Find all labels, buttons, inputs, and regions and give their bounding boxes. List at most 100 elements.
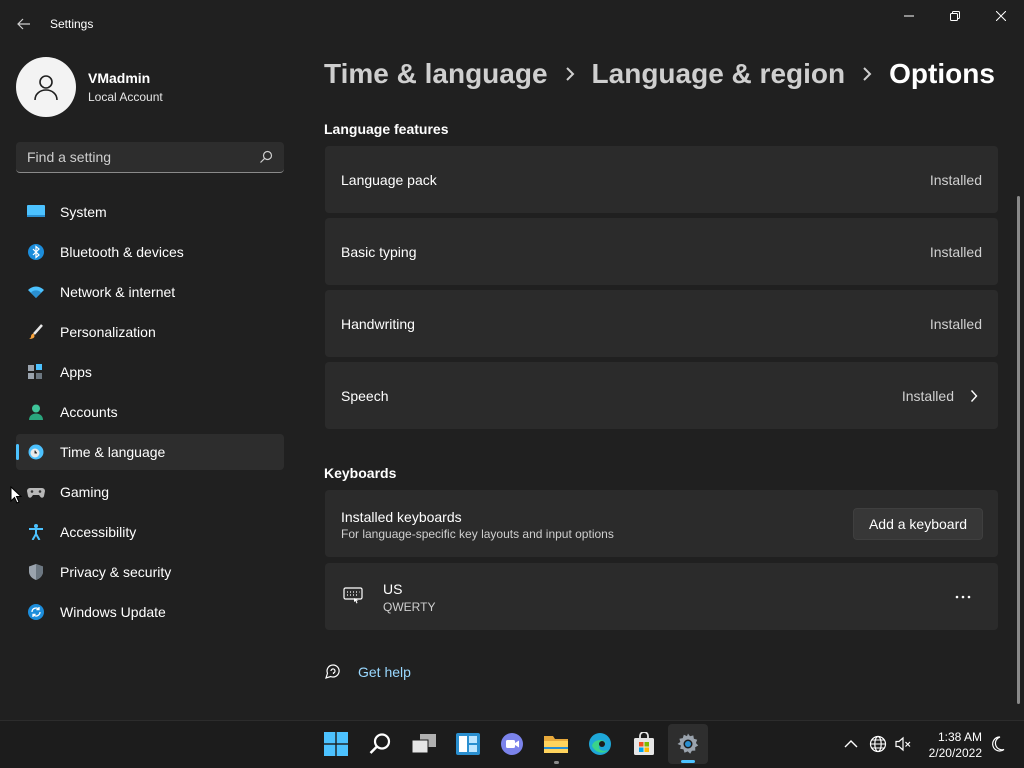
edge-browser-button[interactable] — [580, 724, 620, 764]
language-pack-row: Language pack Installed — [325, 146, 998, 213]
row-label: Handwriting — [341, 316, 415, 332]
account-type: Local Account — [88, 90, 163, 104]
more-icon — [955, 595, 971, 599]
minimize-icon — [904, 15, 914, 17]
page-title: Options — [889, 58, 995, 89]
sidebar-item-label: Network & internet — [60, 284, 176, 300]
chevron-right-icon — [565, 67, 574, 81]
widgets-icon — [456, 733, 480, 755]
breadcrumb-language-region[interactable]: Language & region — [592, 58, 846, 90]
keyboards-heading: Keyboards — [324, 465, 397, 481]
edge-icon — [589, 733, 611, 755]
breadcrumb-time-language[interactable]: Time & language — [324, 58, 548, 90]
keyboard-name: US — [383, 581, 403, 597]
status-text: Installed — [929, 244, 982, 260]
close-icon — [996, 11, 1006, 21]
microsoft-store-button[interactable] — [624, 724, 664, 764]
sidebar-item-label: Apps — [60, 364, 92, 380]
store-icon — [634, 732, 654, 755]
clock-time: 1:38 AM — [937, 730, 982, 744]
settings-taskbar-button[interactable] — [668, 724, 708, 764]
taskbar-clock[interactable]: 1:38 AM 2/20/2022 — [920, 729, 982, 761]
language-features-heading: Language features — [324, 121, 449, 137]
bluetooth-icon — [28, 244, 44, 260]
active-app-indicator — [681, 760, 695, 763]
sidebar-item-privacy[interactable]: Privacy & security — [16, 554, 284, 590]
shield-icon — [29, 564, 43, 580]
search-box[interactable] — [16, 142, 284, 173]
search-icon — [369, 733, 391, 754]
sidebar-item-label: Accounts — [60, 404, 118, 420]
back-button[interactable] — [10, 10, 38, 38]
title-bar: Settings — [0, 0, 1024, 48]
speaker-muted-icon[interactable] — [894, 735, 912, 753]
keyboard-layout: QWERTY — [383, 600, 436, 614]
gear-icon — [677, 733, 699, 754]
add-keyboard-button[interactable]: Add a keyboard — [853, 508, 983, 540]
row-label: Language pack — [341, 172, 437, 188]
focus-assist-icon[interactable] — [988, 735, 1006, 753]
sidebar-item-label: Time & language — [60, 444, 166, 460]
accessibility-icon — [29, 524, 43, 540]
sidebar-item-windows-update[interactable]: Windows Update — [16, 594, 284, 630]
profile-name: VMadmin — [88, 70, 151, 86]
keyboard-us-row: US QWERTY — [325, 563, 998, 630]
installed-keyboards-row: Installed keyboards For language-specifi… — [325, 490, 998, 557]
sidebar-item-personalization[interactable]: Personalization — [16, 314, 284, 350]
chevron-up-icon[interactable] — [842, 735, 860, 753]
sidebar-item-label: Gaming — [60, 484, 110, 500]
user-icon — [34, 75, 58, 101]
sidebar-item-accounts[interactable]: Accounts — [16, 394, 284, 430]
row-label: Installed keyboards — [341, 509, 462, 525]
close-button[interactable] — [978, 0, 1024, 32]
chat-icon — [501, 733, 523, 755]
row-label: Speech — [341, 388, 389, 404]
sidebar-item-accessibility[interactable]: Accessibility — [16, 514, 284, 550]
file-explorer-button[interactable] — [536, 724, 576, 764]
windows-logo-icon — [324, 732, 348, 756]
start-button[interactable] — [316, 724, 356, 764]
sidebar-item-label: System — [60, 204, 107, 220]
get-help-label: Get help — [358, 664, 411, 680]
sidebar-item-system[interactable]: System — [16, 194, 284, 230]
brush-icon — [29, 324, 43, 339]
folder-icon — [544, 736, 568, 753]
taskbar-search-button[interactable] — [360, 724, 400, 764]
person-icon — [29, 404, 43, 420]
sidebar-item-apps[interactable]: Apps — [16, 354, 284, 390]
scrollbar[interactable] — [1017, 196, 1020, 704]
mouse-cursor-icon — [10, 486, 22, 504]
get-help-link[interactable]: Get help — [324, 663, 411, 681]
sidebar-nav: System Bluetooth & devices Network & int… — [16, 194, 284, 634]
sidebar-item-label: Bluetooth & devices — [60, 244, 184, 260]
row-description: For language-specific key layouts and in… — [341, 527, 614, 541]
sidebar-item-time-language[interactable]: Time & language — [16, 434, 284, 470]
globe-clock-icon — [28, 444, 44, 460]
monitor-icon — [27, 205, 45, 217]
widgets-button[interactable] — [448, 724, 488, 764]
status-text: Installed — [901, 388, 954, 404]
user-profile[interactable]: VMadmin Local Account — [16, 57, 163, 117]
apps-icon — [28, 364, 42, 379]
sidebar-item-network[interactable]: Network & internet — [16, 274, 284, 310]
running-app-indicator — [554, 761, 559, 764]
minimize-button[interactable] — [886, 0, 932, 32]
chevron-right-icon — [863, 67, 872, 81]
sidebar-item-gaming[interactable]: Gaming — [16, 474, 284, 510]
wifi-icon — [28, 286, 44, 298]
gamepad-icon — [27, 488, 45, 498]
restore-icon — [950, 11, 960, 21]
sidebar-item-bluetooth[interactable]: Bluetooth & devices — [16, 234, 284, 270]
task-view-button[interactable] — [404, 724, 444, 764]
restore-button[interactable] — [932, 0, 978, 32]
globe-icon[interactable] — [869, 735, 887, 753]
speech-row[interactable]: Speech Installed — [325, 362, 998, 429]
teams-chat-button[interactable] — [492, 724, 532, 764]
handwriting-row: Handwriting Installed — [325, 290, 998, 357]
search-input[interactable] — [16, 142, 256, 172]
task-view-icon — [411, 734, 436, 754]
status-text: Installed — [929, 316, 982, 332]
clock-date: 2/20/2022 — [928, 746, 982, 760]
more-options-button[interactable] — [948, 585, 978, 609]
search-icon — [260, 150, 273, 163]
